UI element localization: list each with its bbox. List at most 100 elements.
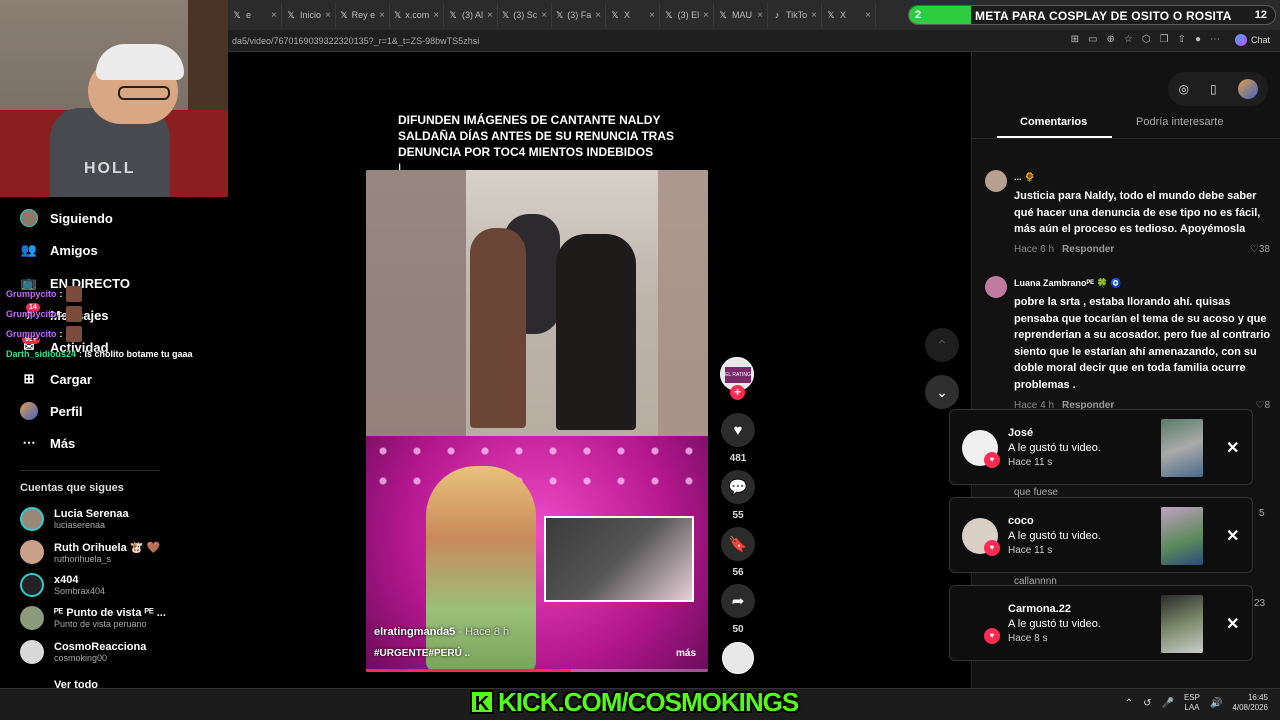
like-notification[interactable]: ♥ coco A le gustó tu video. Hace 11 s ✕ [949, 497, 1253, 573]
copilot-chat-button[interactable]: Chat [1234, 34, 1270, 46]
avatar[interactable] [985, 276, 1007, 298]
browser-tab[interactable]: 𝕏 Rey e × [336, 3, 390, 27]
follow-plus-button[interactable]: + [730, 385, 745, 400]
reply-button[interactable]: Responder [1062, 244, 1114, 255]
close-tab-icon[interactable]: × [703, 10, 709, 21]
close-tab-icon[interactable]: × [487, 10, 493, 21]
close-tab-icon[interactable]: × [595, 10, 601, 21]
stream-goal-bar: 2 META PARA COSPLAY DE OSITO O ROSITA 12 [908, 5, 1276, 25]
x-icon: 𝕏 [449, 10, 457, 20]
nav-cargar[interactable]: ⊞ Cargar [20, 370, 92, 388]
clock[interactable]: 16:45 4/08/2026 [1232, 693, 1268, 713]
following-item[interactable]: Lucia Serenaa luciaserenaa [20, 507, 129, 531]
video-caption: DIFUNDEN IMÁGENES DE CANTANTE NALDY SALD… [398, 112, 698, 176]
tiktok-icon: ♪ [774, 10, 780, 20]
comment-like-button[interactable]: ♡38 [1250, 244, 1270, 255]
like-notification[interactable]: ♥ Carmona.22 A le gustó tu video. Hace 8… [949, 585, 1253, 661]
video-author[interactable]: elratingmanda5 · Hace 8 h [374, 626, 509, 638]
browser-tab[interactable]: 𝕏x.com × [390, 3, 444, 27]
more-options-icon[interactable]: ⋯ [1210, 34, 1220, 45]
avatar[interactable] [985, 170, 1007, 192]
profile-avatar-icon[interactable]: ● [1195, 34, 1201, 45]
browser-tab[interactable]: 𝕏 X × [606, 3, 660, 27]
tab-podria-interesarte[interactable]: Podría interesarte [1136, 116, 1223, 128]
browser-tab[interactable]: 𝕏 MAU × [714, 3, 768, 27]
favorite-star-icon[interactable]: ☆ [1124, 34, 1133, 45]
screenshot-icon[interactable]: ▭ [1088, 34, 1097, 45]
more-icon: ⋯ [22, 435, 36, 450]
like-button[interactable]: ♥ [721, 413, 755, 447]
nav-perfil[interactable]: Perfil [20, 402, 83, 420]
avatar [20, 540, 44, 564]
close-icon[interactable]: ✕ [1226, 438, 1239, 458]
notification-time: Hace 11 s [1008, 545, 1053, 556]
microphone-icon[interactable]: 🎤 [1161, 698, 1173, 709]
nav-amigos[interactable]: 👥 Amigos [20, 241, 98, 259]
profile-avatar[interactable] [1237, 79, 1258, 99]
network-icon[interactable]: ↺ [1143, 698, 1151, 709]
save-button[interactable]: 🔖 [721, 527, 755, 561]
close-tab-icon[interactable]: × [271, 10, 277, 21]
close-icon[interactable]: ✕ [1226, 526, 1239, 546]
like-count: 481 [729, 453, 747, 464]
video-progress-bar[interactable] [366, 669, 708, 672]
extensions-icon[interactable]: ⬡ [1142, 34, 1151, 45]
comment-author[interactable]: ... 🌻 [1014, 172, 1035, 183]
emote-icon [65, 326, 82, 342]
collections-icon[interactable]: ❐ [1160, 34, 1169, 45]
tray-overflow-icon[interactable]: ⌃ [1125, 698, 1133, 709]
close-tab-icon[interactable]: × [757, 10, 763, 21]
browser-tab[interactable]: 𝕏 (3) Sc × [498, 3, 552, 27]
device-icon[interactable]: ▯ [1210, 82, 1217, 96]
nav-mas[interactable]: ⋯ Más [20, 434, 76, 452]
next-video-button[interactable]: ⌄ [925, 375, 959, 409]
browser-tab[interactable]: 𝕏 (3) Al × [444, 3, 498, 27]
browser-tab[interactable]: 𝕏 X × [822, 3, 876, 27]
following-item[interactable]: Ruth Orihuela 🐮 🤎 ruthorihuela_s [20, 540, 160, 564]
zoom-icon[interactable]: ⊕ [1107, 34, 1115, 45]
video-thumbnail [1161, 507, 1203, 565]
following-heading: Cuentas que sigues [20, 482, 124, 494]
heart-badge-icon: ♥ [984, 452, 1000, 468]
close-tab-icon[interactable]: × [811, 10, 817, 21]
comment-button[interactable]: 💬 [721, 470, 755, 504]
profile-icon [20, 402, 38, 420]
following-item[interactable]: x404 Sombrax404 [20, 573, 105, 597]
video-hashtags[interactable]: #URGENTE#PERÚ .. [374, 648, 470, 659]
previous-video-button[interactable]: ⌃ [925, 328, 959, 362]
chat-message: Grumpycito: [6, 326, 82, 342]
comment-count: 55 [732, 510, 744, 521]
volume-icon[interactable]: 🔊 [1210, 698, 1222, 709]
close-tab-icon[interactable]: × [649, 10, 655, 21]
compass-icon[interactable]: ◎ [1178, 82, 1188, 96]
like-notification[interactable]: ♥ José A le gustó tu video. Hace 11 s ✕ [949, 409, 1253, 485]
browser-tab[interactable]: 𝕏 Inicio × [282, 3, 336, 27]
tab-comentarios[interactable]: Comentarios [1020, 116, 1087, 128]
comment-like-button[interactable]: ♡8 [1255, 400, 1270, 411]
video-more-link[interactable]: más [676, 648, 696, 659]
share-icon[interactable]: ⇧ [1178, 34, 1186, 45]
browser-tab[interactable]: 𝕏 (3) El × [660, 3, 714, 27]
kick-channel-banner: K KICK.COM/COSMOKINGS [470, 686, 799, 718]
nav-siguiendo[interactable]: Siguiendo [20, 209, 113, 227]
close-icon[interactable]: ✕ [1226, 614, 1239, 634]
music-disc-avatar[interactable] [722, 642, 754, 674]
close-tab-icon[interactable]: × [865, 10, 871, 21]
share-button[interactable]: ➦ [721, 584, 755, 618]
browser-tab-active[interactable]: ♪ TikTo × [768, 3, 822, 27]
following-item[interactable]: ᴾᴱ Punto de vista ᴾᴱ ... Punto de vista p… [20, 606, 166, 630]
following-item[interactable]: CosmoReacciona cosmoking00 [20, 640, 146, 664]
language-indicator[interactable]: ESP LAA [1184, 693, 1200, 713]
url-text[interactable]: da5/video/7670169039322320135?_r=1&_t=ZS… [228, 36, 479, 46]
comment-author[interactable]: Luana Zambranoᴾᴱ 🍀 🧿 [1014, 278, 1121, 289]
close-tab-icon[interactable]: × [325, 10, 331, 21]
close-tab-icon[interactable]: × [433, 10, 439, 21]
install-app-icon[interactable]: ⊞ [1071, 34, 1079, 45]
browser-tab[interactable]: 𝕏e × [228, 3, 282, 27]
address-bar[interactable]: da5/video/7670169039322320135?_r=1&_t=ZS… [228, 30, 1280, 52]
close-tab-icon[interactable]: × [379, 10, 385, 21]
video-player[interactable]: elratingmanda5 · Hace 8 h #URGENTE#PERÚ … [366, 170, 708, 672]
comment-item: ... 🌻 Justicia para Naldy, todo el mundo… [985, 170, 1270, 260]
close-tab-icon[interactable]: × [541, 10, 547, 21]
browser-tab[interactable]: 𝕏 (3) Fa × [552, 3, 606, 27]
